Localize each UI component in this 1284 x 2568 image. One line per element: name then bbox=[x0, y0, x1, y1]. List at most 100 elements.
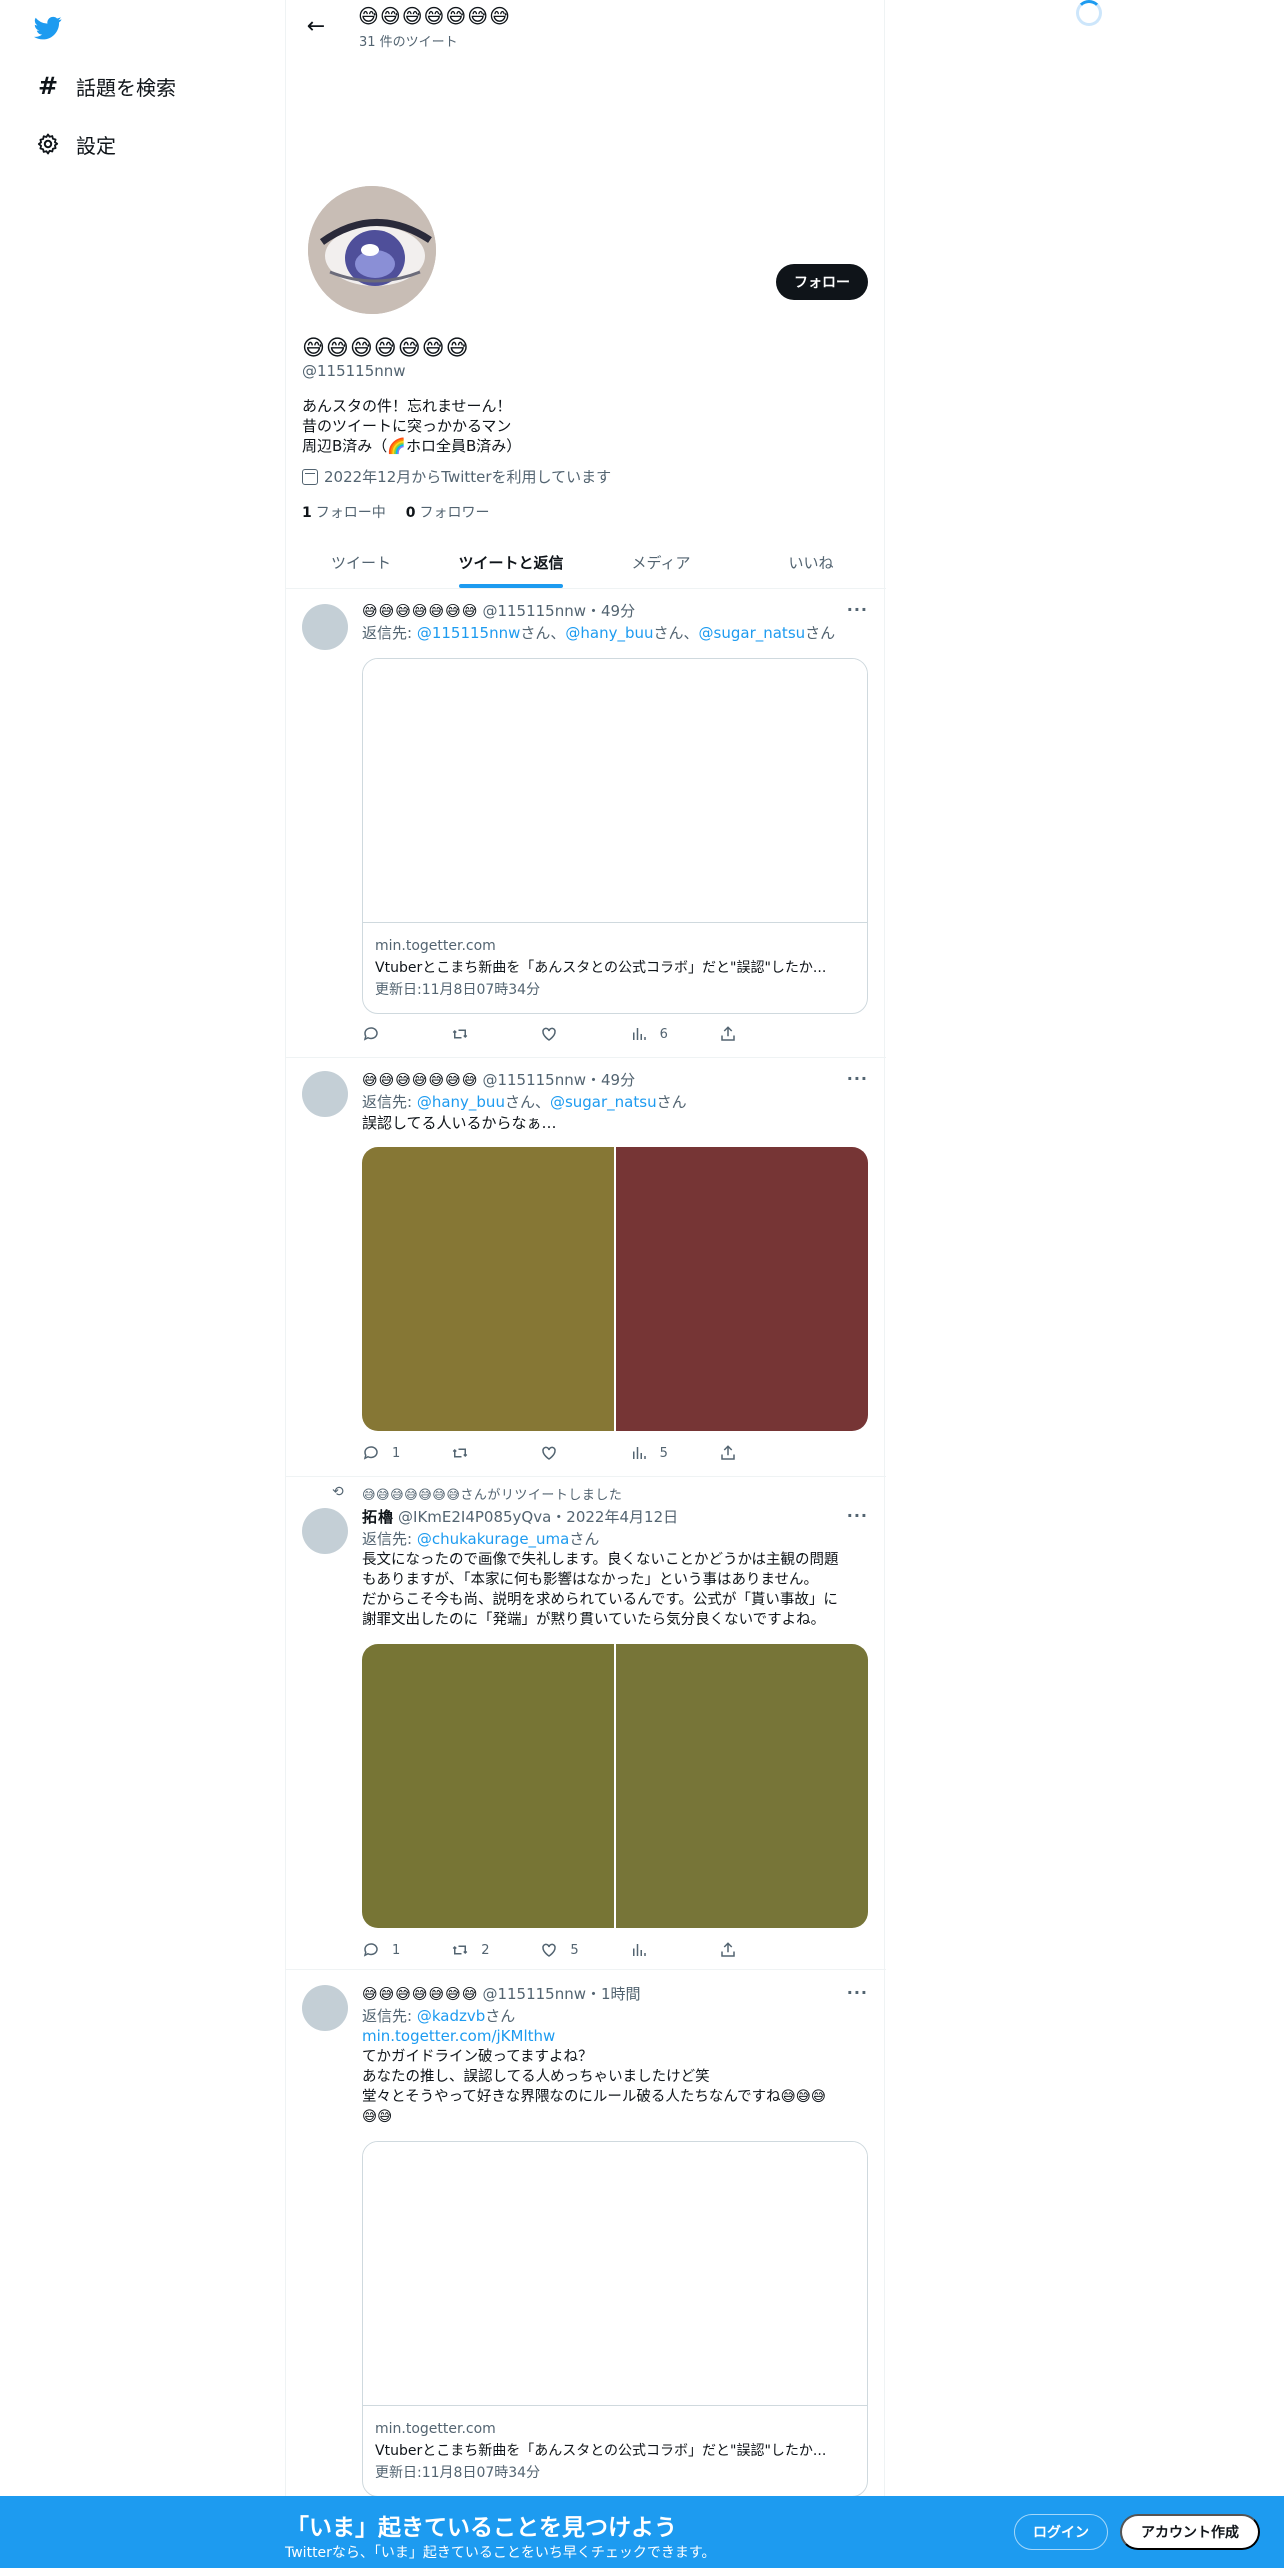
reply-handle[interactable]: @hany_buu bbox=[417, 1093, 505, 1111]
heart-icon bbox=[542, 1446, 557, 1460]
nav-settings[interactable]: 設定 bbox=[34, 124, 116, 164]
reply-handle[interactable]: @sugar_natsu bbox=[550, 1093, 657, 1111]
reply-button[interactable]: 1 bbox=[362, 1940, 445, 1960]
tweet[interactable]: 😅😅😅😅😅😅😅 @115115nnw・49分 ··· 返信先: @hany_bu… bbox=[286, 1059, 886, 1477]
share-button[interactable] bbox=[719, 1443, 802, 1463]
card-updated: 更新日:11月8日07時34分 bbox=[375, 2465, 541, 2481]
heart-icon bbox=[542, 1943, 557, 1957]
retweet-icon bbox=[452, 1945, 468, 1955]
twitter-logo-icon[interactable] bbox=[32, 14, 64, 42]
retweet-button[interactable] bbox=[451, 1443, 534, 1463]
text-line: あなたの推し、誤認してる人めっちゃいましたけど笑 bbox=[362, 2069, 710, 2085]
followers-label: フォロワー bbox=[419, 505, 490, 521]
joined-text: 2022年12月からTwitterを利用しています bbox=[324, 468, 612, 486]
retweet-button[interactable] bbox=[451, 1024, 534, 1044]
login-button[interactable]: ログイン bbox=[1014, 2514, 1108, 2550]
nav-settings-label: 設定 bbox=[76, 133, 116, 158]
views-count: 6 bbox=[659, 1026, 668, 1042]
reply-handle[interactable]: @chukakurage_uma bbox=[417, 1530, 570, 1548]
views-button[interactable]: 6 bbox=[630, 1024, 713, 1044]
banner-subtitle: Twitterなら、「いま」起きていることをいち早くチェックできます。 bbox=[285, 2545, 716, 2561]
nav-explore[interactable]: # 話題を検索 bbox=[34, 66, 176, 106]
tweet-media[interactable] bbox=[362, 1147, 868, 1431]
reply-handle[interactable]: @115115nnw bbox=[417, 624, 521, 642]
media-image[interactable] bbox=[614, 1644, 868, 1928]
share-button[interactable] bbox=[719, 1940, 802, 1960]
reply-handle[interactable]: @sugar_natsu bbox=[699, 624, 806, 642]
tweet[interactable]: ⟲ 😅😅😅😅😅😅😅さんがリツイートしました 拓櫓 @IKmE2I4P085yQv… bbox=[286, 1478, 886, 1970]
more-icon[interactable]: ··· bbox=[847, 1506, 868, 1525]
author-name[interactable]: 😅😅😅😅😅😅😅 bbox=[362, 1985, 478, 2003]
tab-media[interactable]: メディア bbox=[586, 536, 736, 588]
like-button[interactable]: 5 bbox=[540, 1940, 623, 1960]
author-handle-time[interactable]: @IKmE2I4P085yQva・2022年4月12日 bbox=[398, 1506, 678, 1527]
like-button[interactable] bbox=[540, 1024, 623, 1044]
loading-spinner-icon bbox=[1076, 0, 1102, 26]
text-line: 謝罪文出したのに「発端」が黙り貫いていたら気分良くないですよね。 bbox=[362, 1612, 826, 1628]
retweet-button[interactable]: 2 bbox=[451, 1940, 534, 1960]
followers-link[interactable]: 0 フォロワー bbox=[406, 502, 490, 522]
reply-button[interactable]: 1 bbox=[362, 1443, 445, 1463]
reply-button[interactable] bbox=[362, 1024, 445, 1044]
author-handle-time[interactable]: @115115nnw・49分 bbox=[482, 1069, 635, 1090]
link-card[interactable]: min.togetter.com Vtuberとこまち新曲を「あんスタとの公式コ… bbox=[362, 658, 868, 1014]
back-arrow-icon[interactable]: ← bbox=[302, 12, 330, 40]
author-name[interactable]: 😅😅😅😅😅😅😅 bbox=[362, 602, 478, 620]
tab-tweets-replies[interactable]: ツイートと返信 bbox=[436, 536, 586, 588]
tab-likes[interactable]: いいね bbox=[736, 536, 886, 588]
avatar[interactable] bbox=[302, 1508, 348, 1554]
profile-avatar[interactable] bbox=[305, 183, 439, 317]
more-icon[interactable]: ··· bbox=[847, 1069, 868, 1088]
more-icon[interactable]: ··· bbox=[847, 600, 868, 619]
reply-handle[interactable]: @kadzvb bbox=[417, 2007, 485, 2025]
profile-name: 😅😅😅😅😅😅😅 bbox=[302, 336, 470, 361]
profile-bio: あんスタの件！忘れませーん！ 昔のツイートに突っかかるマン 周辺B済み（🌈ホロ全… bbox=[302, 396, 521, 456]
reply-suffix: さん、 bbox=[520, 624, 566, 642]
tab-label: ツイートと返信 bbox=[458, 553, 564, 572]
tweet-actions: 6 bbox=[362, 1024, 802, 1044]
author-handle-time[interactable]: @115115nnw・49分 bbox=[482, 600, 635, 621]
avatar[interactable] bbox=[302, 604, 348, 650]
profile-handle: @115115nnw bbox=[302, 362, 406, 380]
author-name[interactable]: 😅😅😅😅😅😅😅 bbox=[362, 1071, 478, 1089]
signup-button[interactable]: アカウント作成 bbox=[1120, 2514, 1260, 2550]
tweet[interactable]: 😅😅😅😅😅😅😅 @115115nnw・49分 ··· 返信先: @115115n… bbox=[286, 590, 886, 1058]
share-icon bbox=[721, 1026, 735, 1041]
tweet[interactable]: 😅😅😅😅😅😅😅 @115115nnw・1時間 ··· 返信先: @kadzvbさ… bbox=[286, 1971, 886, 2531]
author-handle-time[interactable]: @115115nnw・1時間 bbox=[482, 1983, 640, 2004]
tab-label: メディア bbox=[631, 553, 691, 572]
views-button[interactable] bbox=[630, 1940, 713, 1960]
views-button[interactable]: 5 bbox=[630, 1443, 713, 1463]
reply-to: 返信先: @chukakurage_umaさん bbox=[362, 1528, 599, 1549]
reply-prefix: 返信先: bbox=[362, 1530, 417, 1548]
following-link[interactable]: 1 フォロー中 bbox=[302, 502, 386, 522]
follow-button[interactable]: フォロー bbox=[776, 264, 868, 300]
retweeted-by[interactable]: 😅😅😅😅😅😅😅さんがリツイートしました bbox=[362, 1484, 622, 1503]
retweet-icon bbox=[452, 1448, 468, 1458]
tweet-media[interactable] bbox=[362, 1644, 868, 1928]
text-line: 堂々とそうやって好きな界隈なのにルール破る人たちなんですね😅😅😅 bbox=[362, 2089, 826, 2105]
author-name[interactable]: 拓櫓 bbox=[362, 1506, 394, 1527]
reply-handle[interactable]: @hany_buu bbox=[565, 624, 653, 642]
tweet-text: 誤認してる人いるからなぁ… bbox=[362, 1114, 557, 1132]
media-image[interactable] bbox=[362, 1644, 614, 1928]
tab-tweets[interactable]: ツイート bbox=[286, 536, 436, 588]
heart-icon bbox=[542, 1027, 557, 1041]
share-button[interactable] bbox=[719, 1024, 802, 1044]
like-button[interactable] bbox=[540, 1443, 623, 1463]
retweet-count: 2 bbox=[481, 1942, 490, 1958]
avatar[interactable] bbox=[302, 1071, 348, 1117]
avatar[interactable] bbox=[302, 1985, 348, 2031]
banner-title: 「いま」起きていることを見つけよう bbox=[286, 2515, 677, 2541]
tweet-header: 😅😅😅😅😅😅😅 @115115nnw・49分 bbox=[362, 1069, 635, 1090]
retweet-icon bbox=[452, 1029, 468, 1039]
reply-icon bbox=[363, 1446, 378, 1460]
more-icon[interactable]: ··· bbox=[847, 1983, 868, 2002]
card-domain: min.togetter.com bbox=[375, 2421, 496, 2437]
tweet-link[interactable]: min.togetter.com/jKMlthw bbox=[362, 2027, 555, 2045]
media-image[interactable] bbox=[614, 1147, 868, 1431]
reply-prefix: 返信先: bbox=[362, 624, 417, 642]
media-image[interactable] bbox=[362, 1147, 614, 1431]
link-card[interactable]: min.togetter.com Vtuberとこまち新曲を「あんスタとの公式コ… bbox=[362, 2141, 868, 2497]
text-line: だからこそ今も尚、説明を求められているんです。公式が「貰い事故」に bbox=[362, 1592, 838, 1608]
